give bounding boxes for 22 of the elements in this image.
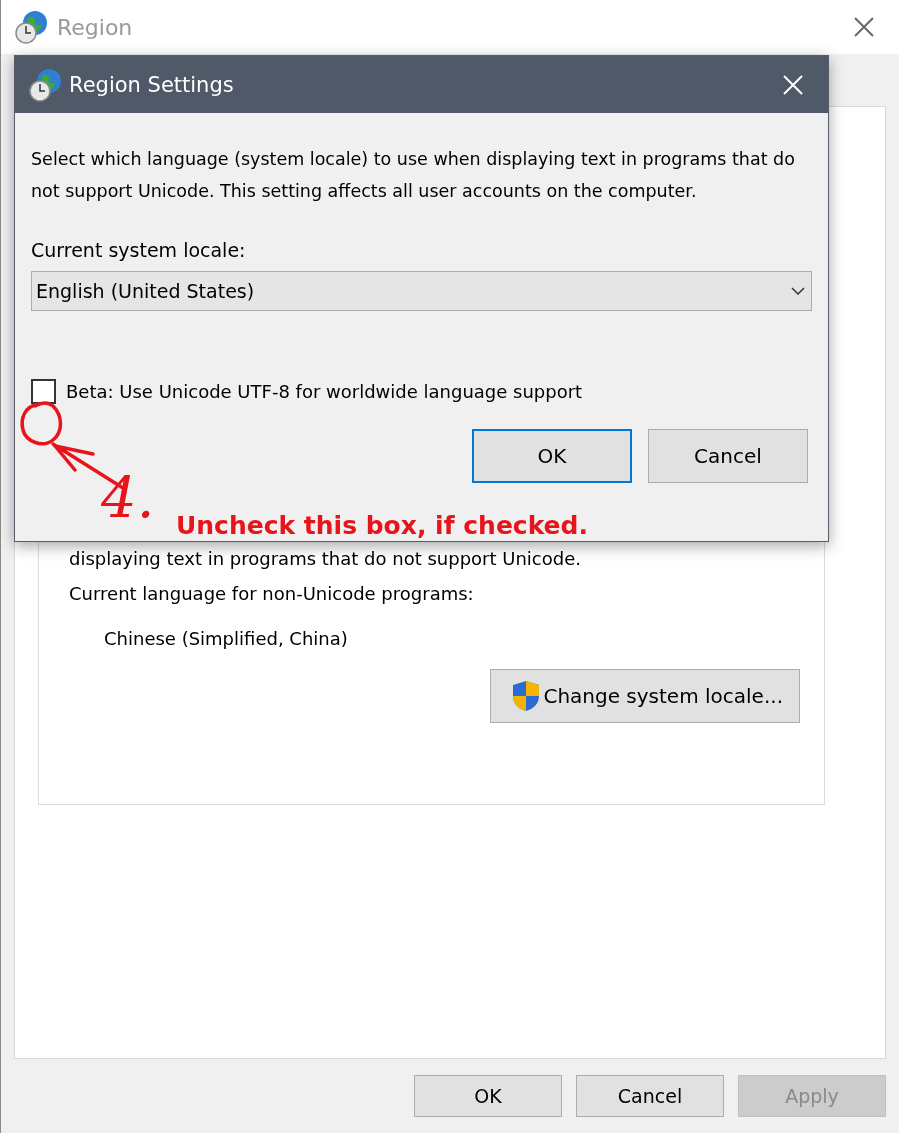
chevron-down-icon xyxy=(791,287,805,295)
dialog-button[interactable]: OK xyxy=(472,429,632,483)
current-language-label: Current language for non-Unicode programs: xyxy=(69,583,475,604)
annotation-text: Uncheck this box, if checked. xyxy=(176,511,588,540)
description-text: displaying text in programs that do not support Unicode. xyxy=(69,548,582,569)
description-text: Select which language (system locale) to use when displaying text in programs that do not support Unicode. This setting affects all user accounts on the computer. xyxy=(31,148,796,203)
globe-clock-icon xyxy=(29,67,63,102)
shield-icon xyxy=(511,680,542,712)
dialog-button[interactable]: Cancel xyxy=(576,1075,724,1117)
dialog-button[interactable]: Cancel xyxy=(648,429,808,483)
step-number: 4. xyxy=(101,470,155,526)
dialog-title: Region Settings xyxy=(69,72,235,97)
dialog-button[interactable]: OK xyxy=(414,1075,562,1117)
window-title: Region xyxy=(57,14,134,40)
globe-clock-icon xyxy=(15,10,49,44)
checkbox-label: Beta: Use Unicode UTF-8 for worldwide language support xyxy=(66,381,583,402)
close-icon[interactable] xyxy=(853,16,875,38)
change-system-locale-button[interactable]: Change system locale... xyxy=(490,669,800,723)
locale-dropdown[interactable]: English (United States) xyxy=(31,271,812,311)
checkbox[interactable] xyxy=(31,379,56,404)
locale-label: Current system locale: xyxy=(31,239,247,261)
current-language-value: Chinese (Simplified, China) xyxy=(103,628,349,649)
